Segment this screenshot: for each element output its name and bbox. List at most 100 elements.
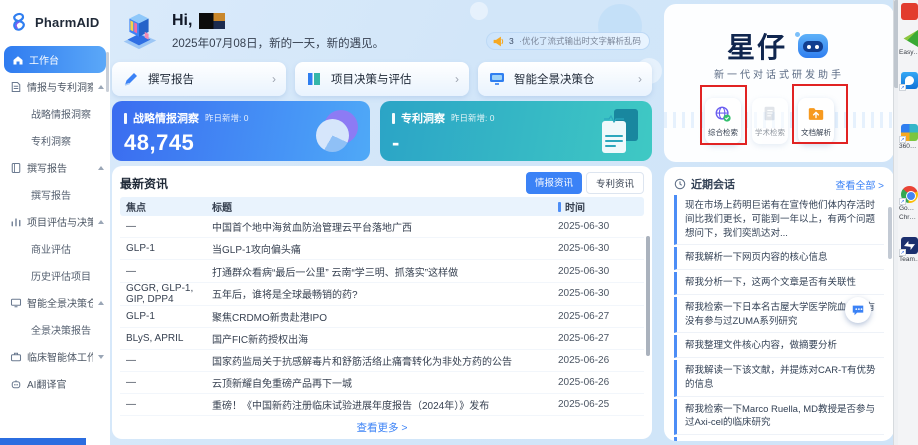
news-row[interactable]: —打通群众看病“最后一公里” 云南“学三明、抓落实”这样做2025-06-30 xyxy=(120,260,644,282)
megaphone-icon xyxy=(492,35,505,48)
chevron-right-icon: › xyxy=(455,72,459,86)
desktop-icon-label: Go… xyxy=(899,205,918,212)
shortcut-arrow-icon: ↗ xyxy=(899,198,906,205)
tab-intel-news[interactable]: 情报资讯 xyxy=(526,172,582,194)
row-title[interactable]: 打通群众看病“最后一公里” 云南“学三明、抓落实”这样做 xyxy=(208,264,558,279)
chevron-down-icon xyxy=(98,355,104,359)
sidebar-item-intel[interactable]: 情报与专利洞察 xyxy=(0,73,110,100)
row-time: 2025-06-27 xyxy=(558,311,644,322)
news-row[interactable]: —国家药监局关于抗感解毒片和舒筋活络止痛膏转化为非处方药的公告2025-06-2… xyxy=(120,350,644,372)
sidebar-item-label: 工作台 xyxy=(29,52,100,67)
quicktab-write-report[interactable]: 撰写报告 › xyxy=(112,62,286,96)
stat-label: 战略情报洞察 xyxy=(133,110,199,126)
row-title[interactable]: 重磅！《中国新药注册临床试验进展年度报告（2024年）》发布 xyxy=(208,397,558,412)
session-item[interactable]: 帮我整理文件核心内容，做摘要分析 xyxy=(674,335,884,358)
row-focus: — xyxy=(120,355,208,366)
session-item[interactable]: 帮我解读一下该文献，并提炼对CAR-T有优势的信息 xyxy=(674,360,884,397)
row-title[interactable]: 云顶新耀自免重磅产品再下一城 xyxy=(208,375,558,390)
button-label: 文档解析 xyxy=(801,127,831,138)
news-row[interactable]: —云顶新耀自免重磅产品再下一城2025-06-26 xyxy=(120,372,644,394)
sidebar-item-business-eval[interactable]: 商业评估 xyxy=(0,235,110,262)
desktop-icon-label: Chr… xyxy=(899,214,918,221)
doc-parse-button[interactable]: 文档解析 xyxy=(798,98,834,144)
sidebar-item-patent-insight[interactable]: 专利洞察 xyxy=(0,127,110,154)
sidebar-item-write-report[interactable]: 撰写报告 xyxy=(0,181,110,208)
quicktab-project-eval[interactable]: 项目决策与评估 › xyxy=(295,62,469,96)
session-item[interactable]: 帮我分析一下，这两个文章是否有关联性 xyxy=(674,272,884,295)
row-time: 2025-06-27 xyxy=(558,333,644,344)
tab-patent-news[interactable]: 专利资讯 xyxy=(586,172,644,194)
news-row[interactable]: —重磅！《中国新药注册临床试验进展年度报告（2024年）》发布2025-06-2… xyxy=(120,394,644,416)
academic-search-button[interactable]: 学术检索 xyxy=(752,98,788,144)
sidebar-subitem-label: 历史评估项目 xyxy=(31,268,91,283)
pie-chart-icon xyxy=(316,110,358,152)
chevron-up-icon xyxy=(98,85,104,89)
desktop-icon-label: 360… xyxy=(899,143,918,150)
sidebar-scrollbar[interactable] xyxy=(106,52,109,92)
row-title[interactable]: 国产FIC新药授权出海 xyxy=(208,331,558,346)
row-title[interactable]: 国家药监局关于抗感解毒片和舒筋活络止痛膏转化为非处方药的公告 xyxy=(208,353,558,368)
app-title: PharmAID xyxy=(35,15,99,30)
desktop-icon-chrome[interactable]: ↗ xyxy=(901,186,918,203)
greeting-hello: Hi, xyxy=(172,12,192,30)
shortcut-arrow-icon: ↗ xyxy=(899,136,906,143)
sidebar-item-history-eval[interactable]: 历史评估项目 xyxy=(0,262,110,289)
quicktab-label: 撰写报告 xyxy=(148,71,264,87)
row-time: 2025-06-30 xyxy=(558,221,644,232)
session-item[interactable]: 帮我检索一下这个专家是否参与过Axi-cel的临床研究 xyxy=(674,437,884,441)
chat-widget-button[interactable] xyxy=(845,297,871,323)
decor-bubble xyxy=(470,2,488,20)
row-title[interactable]: 当GLP-1攻向偏头痛 xyxy=(208,241,558,256)
stat-sub: 昨日新增: 0 xyxy=(205,112,248,124)
sidebar-item-ai-translator[interactable]: AI翻译官 xyxy=(0,370,110,397)
news-row[interactable]: BLyS, APRIL国产FIC新药授权出海2025-06-27 xyxy=(120,328,644,350)
sidebar-item-eval[interactable]: 项目评估与决策 xyxy=(0,208,110,235)
news-row[interactable]: —中国首个地中海贫血防治管理云平台落地广西2025-06-30 xyxy=(120,216,644,238)
stat-label: 专利洞察 xyxy=(401,110,445,126)
row-focus: GLP-1 xyxy=(120,243,208,254)
view-more-link[interactable]: 查看更多 > xyxy=(120,416,644,435)
notification-ticker[interactable]: 3 ·优化了流式输出时文字解析乱码 xyxy=(486,32,650,50)
notebook-icon xyxy=(10,162,22,174)
sidebar-item-label: 智能全景决策仓 xyxy=(27,295,93,310)
row-title[interactable]: 中国首个地中海贫血防治管理云平台落地广西 xyxy=(208,219,558,234)
assistant-panel: 星仔 新一代对话式研发助手 综合检索 学术检索 xyxy=(664,4,894,162)
desktop-icon-easyconnect[interactable] xyxy=(901,30,918,47)
sessions-scrollbar[interactable] xyxy=(888,207,892,259)
sidebar-item-strategic-intel[interactable]: 战略情报洞察 xyxy=(0,100,110,127)
news-row[interactable]: GLP-1当GLP-1攻向偏头痛2025-06-30 xyxy=(120,238,644,260)
academic-doc-icon xyxy=(761,105,779,123)
sidebar-item-panorama-report[interactable]: 全景决策报告 xyxy=(0,316,110,343)
row-title[interactable]: 聚焦CRDMO新贵赴港IPO xyxy=(208,309,558,324)
sidebar-subitem-label: 专利洞察 xyxy=(31,133,71,148)
label-bar xyxy=(124,113,127,124)
news-row[interactable]: GCGR, GLP-1, GIP, DPP4五年后，谁将是全球最畅销的药?202… xyxy=(120,283,644,306)
session-item[interactable]: 帮我解析一下网页内容的核心信息 xyxy=(674,247,884,270)
globe-icon xyxy=(714,105,732,123)
desktop-icon-360[interactable]: ↗ xyxy=(901,124,918,141)
stat-card-patent-insight[interactable]: 专利洞察 昨日新增: 0 - xyxy=(380,101,652,161)
chevron-right-icon: › xyxy=(272,72,276,86)
row-title[interactable]: 五年后，谁将是全球最畅销的药? xyxy=(208,286,558,301)
sidebar-item-clinical-toolbox[interactable]: 临床智能体工作箱 xyxy=(0,343,110,370)
shortcut-arrow-icon: ↗ xyxy=(899,249,906,256)
row-focus: GCGR, GLP-1, GIP, DPP4 xyxy=(120,283,208,305)
stat-card-strategic-intel[interactable]: 战略情报洞察 昨日新增: 0 48,745 xyxy=(112,101,370,161)
quicktab-panorama[interactable]: 智能全景决策仓 › xyxy=(478,62,652,96)
view-all-link[interactable]: 查看全部 > xyxy=(835,177,884,192)
news-row[interactable]: GLP-1聚焦CRDMO新贵赴港IPO2025-06-27 xyxy=(120,306,644,328)
sidebar-item-workbench[interactable]: 工作台 xyxy=(4,46,106,73)
session-item[interactable]: 帮我检索一下Marco Ruella, MD教授是否参与过Axi-cel的临床研… xyxy=(674,399,884,436)
row-focus: — xyxy=(120,377,208,388)
desktop-icon-label: Easy… xyxy=(899,49,918,56)
comprehensive-search-button[interactable]: 综合检索 xyxy=(705,98,741,144)
desktop-icon-teamviewer[interactable]: ↗ xyxy=(901,237,918,254)
desktop-icon-blue-app[interactable]: ↗ xyxy=(901,72,918,89)
greeting: Hi, xyxy=(172,12,225,30)
desktop-icon-red-app[interactable] xyxy=(901,3,918,20)
sidebar-item-report[interactable]: 撰写报告 xyxy=(0,154,110,181)
news-scrollbar[interactable] xyxy=(646,236,650,356)
sidebar-item-panorama[interactable]: 智能全景决策仓 xyxy=(0,289,110,316)
row-time: 2025-06-30 xyxy=(558,266,644,277)
session-item[interactable]: 现在市场上药明巨诺有在宣传他们体内存活时间比我们更长，可能到一年以上，有两个问题… xyxy=(674,195,884,245)
